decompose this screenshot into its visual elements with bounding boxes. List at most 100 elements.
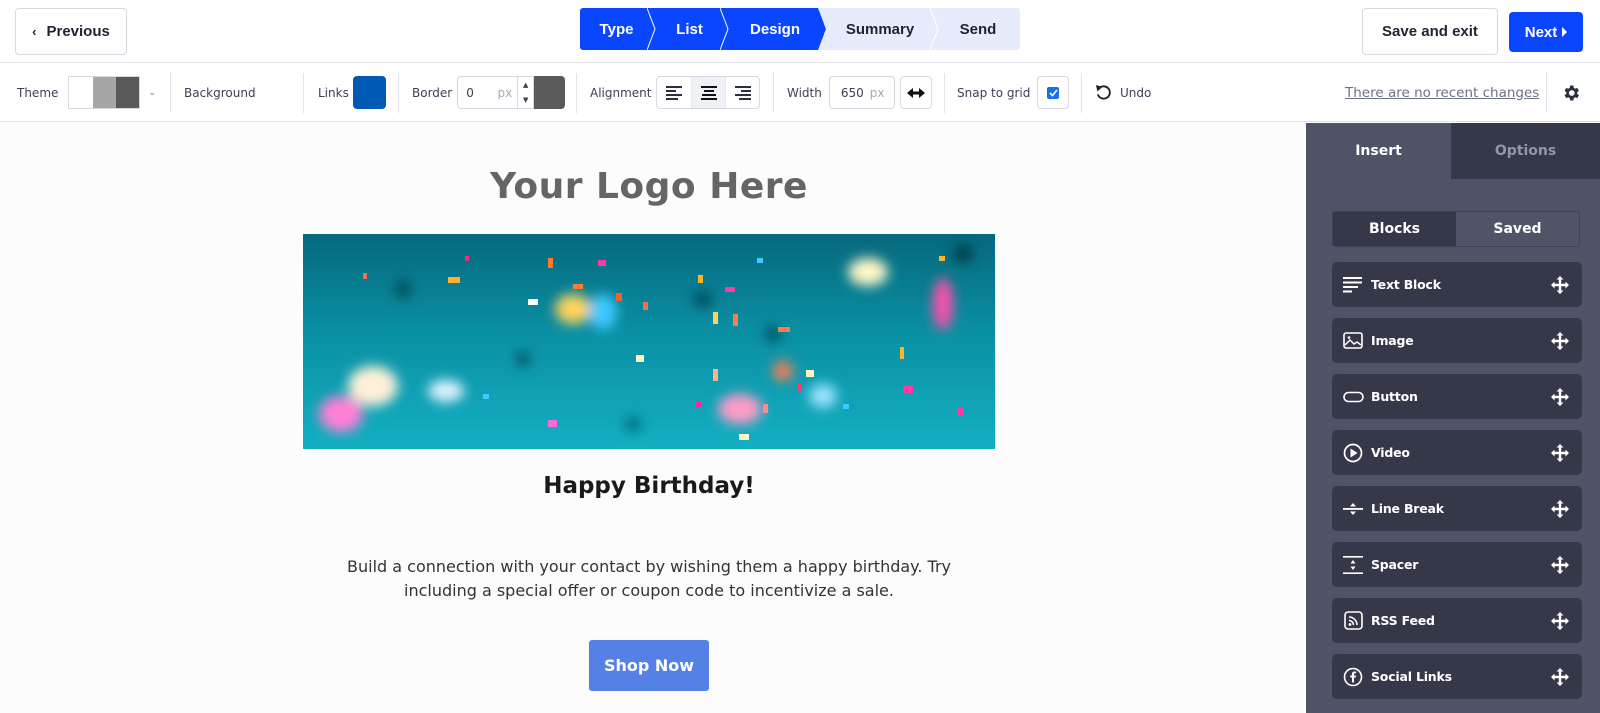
progress-stepper: Type List Design Summary Send [580, 8, 1020, 50]
links-color-swatch[interactable] [352, 76, 386, 109]
theme-swatch-picker[interactable] [68, 76, 141, 109]
snap-to-grid-checkbox[interactable] [1037, 76, 1070, 109]
step-down-icon[interactable]: ▼ [523, 96, 528, 104]
shop-now-button[interactable]: Shop Now [589, 640, 709, 691]
theme-swatch-white [69, 77, 93, 108]
block-image[interactable]: Image [1332, 318, 1582, 363]
width-unit: px [869, 85, 885, 100]
drag-move-icon[interactable] [1551, 331, 1569, 350]
block-rss-feed[interactable]: RSS Feed [1332, 598, 1582, 643]
tab-insert[interactable]: Insert [1306, 123, 1451, 179]
confetti-image [319, 245, 973, 440]
panel-tabs: Insert Options [1306, 123, 1600, 179]
width-control: Width 650 px [787, 63, 932, 122]
step-up-icon[interactable]: ▲ [523, 81, 528, 89]
block-video[interactable]: Video [1332, 430, 1582, 475]
width-value: 650 [840, 85, 864, 100]
drag-move-icon[interactable] [1551, 275, 1569, 294]
block-label: Spacer [1371, 557, 1419, 572]
facebook-icon [1342, 666, 1364, 688]
settings-button[interactable] [1561, 63, 1581, 122]
step-type[interactable]: Type [580, 8, 656, 50]
align-left-icon [666, 85, 683, 100]
block-spacer[interactable]: Spacer [1332, 542, 1582, 587]
chevron-down-icon[interactable]: ⌄ [148, 88, 156, 98]
links-label: Links [318, 85, 349, 100]
step-separator [647, 8, 656, 50]
drag-move-icon[interactable] [1551, 443, 1569, 462]
divider [303, 73, 304, 113]
tab-options[interactable]: Options [1451, 123, 1600, 179]
align-center-icon [700, 85, 717, 100]
recent-changes: There are no recent changes [1345, 63, 1539, 122]
theme-label: Theme [17, 85, 59, 100]
border-control: Border 0 px ▲ ▼ [412, 63, 566, 122]
chevron-left-icon: ‹ [32, 24, 37, 39]
block-line-break[interactable]: Line Break [1332, 486, 1582, 531]
hero-image[interactable] [303, 234, 995, 449]
step-design[interactable]: Design [726, 8, 830, 50]
text-lines-icon [1342, 274, 1364, 296]
block-button[interactable]: Button [1332, 374, 1582, 419]
undo-button[interactable]: Undo [1095, 63, 1151, 122]
divider [170, 73, 171, 113]
step-send[interactable]: Send [936, 8, 1020, 50]
blocks-saved-toggle: Blocks Saved [1332, 211, 1580, 247]
step-list[interactable]: List [653, 8, 729, 50]
segment-blocks[interactable]: Blocks [1333, 212, 1456, 246]
block-list: Text Block Image Button Video Line Break… [1332, 262, 1582, 710]
previous-button[interactable]: ‹ Previous [15, 8, 127, 55]
step-label: Send [959, 20, 997, 38]
drag-move-icon[interactable] [1551, 611, 1569, 630]
gear-icon [1564, 85, 1579, 100]
logo-placeholder[interactable]: Your Logo Here [303, 166, 995, 207]
play-icon [1342, 442, 1364, 464]
drag-move-icon[interactable] [1551, 555, 1569, 574]
border-stepper[interactable]: ▲ ▼ [517, 77, 533, 108]
drag-move-icon[interactable] [1551, 667, 1569, 686]
step-label: Design [749, 20, 800, 38]
border-label: Border [412, 85, 453, 100]
step-label: Type [599, 20, 634, 38]
snap-label: Snap to grid [957, 85, 1031, 100]
border-color-swatch[interactable] [534, 76, 566, 109]
step-arrow [818, 8, 830, 50]
spacer-icon [1342, 554, 1364, 576]
block-label: Social Links [1371, 669, 1452, 684]
snap-control: Snap to grid [957, 63, 1070, 122]
design-toolbar: Theme ⌄ Background Links Border 0 px ▲ ▼… [0, 63, 1600, 122]
email-headline[interactable]: Happy Birthday! [303, 473, 995, 499]
align-right-button[interactable] [725, 77, 759, 108]
full-width-button[interactable] [899, 76, 932, 109]
email-body: Your Logo Here Happy Birthday! Build a c… [303, 123, 995, 713]
alignment-label: Alignment [590, 85, 652, 100]
top-header: ‹ Previous Type List Design Summary Send… [0, 0, 1600, 63]
image-icon [1342, 330, 1364, 352]
links-control: Links [318, 63, 386, 122]
block-text[interactable]: Text Block [1332, 262, 1582, 307]
background-control[interactable]: Background [184, 63, 256, 122]
width-input[interactable]: 650 px [828, 76, 895, 109]
undo-icon [1095, 84, 1111, 100]
email-body-text[interactable]: Build a connection with your contact by … [343, 555, 955, 603]
border-width-input[interactable]: 0 px ▲ ▼ [457, 76, 535, 109]
rss-icon [1342, 610, 1364, 632]
next-label: Next [1524, 23, 1558, 41]
align-center-button[interactable] [691, 77, 726, 108]
block-label: Text Block [1371, 277, 1441, 292]
recent-changes-link[interactable]: There are no recent changes [1345, 85, 1539, 101]
align-left-button[interactable] [657, 77, 691, 108]
drag-move-icon[interactable] [1551, 499, 1569, 518]
save-and-exit-button[interactable]: Save and exit [1362, 8, 1498, 55]
step-summary[interactable]: Summary [824, 8, 939, 50]
undo-label: Undo [1120, 85, 1152, 100]
next-button[interactable]: Next [1509, 12, 1583, 52]
block-social-links[interactable]: Social Links [1332, 654, 1582, 699]
divider [398, 73, 399, 113]
drag-move-icon[interactable] [1551, 387, 1569, 406]
divider [576, 73, 577, 113]
block-label: Video [1371, 445, 1410, 460]
segment-saved[interactable]: Saved [1456, 212, 1579, 246]
theme-control: Theme ⌄ [17, 63, 156, 122]
divider [773, 73, 774, 113]
